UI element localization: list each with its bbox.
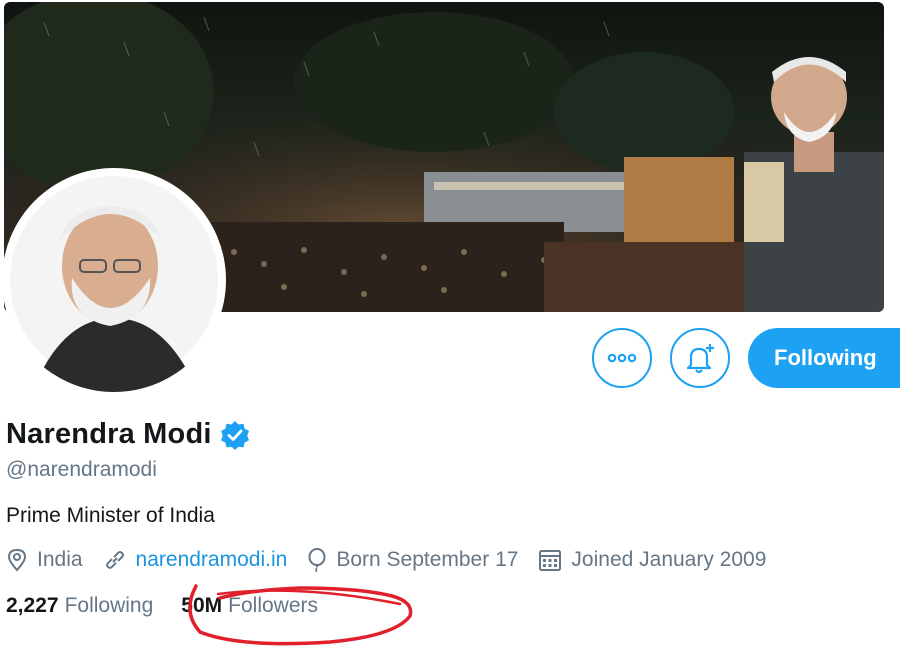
website-link[interactable]: narendramodi.in xyxy=(136,548,288,572)
location-pin-icon xyxy=(7,548,27,572)
more-dots-icon xyxy=(607,353,637,363)
joined-item: Joined January 2009 xyxy=(538,548,766,572)
profile-name-row: Narendra Modi xyxy=(6,418,250,451)
location-text: India xyxy=(37,548,83,571)
location-item: India xyxy=(6,548,83,572)
profile-name: Narendra Modi xyxy=(6,418,212,450)
profile-stats: 2,227 Following 50M Followers xyxy=(6,594,346,618)
link-icon xyxy=(105,551,124,569)
profile-meta: India narendramodi.in Born September 17 … xyxy=(6,548,786,572)
notifications-button[interactable] xyxy=(670,328,730,388)
website-item[interactable]: narendramodi.in xyxy=(103,548,288,572)
more-options-button[interactable] xyxy=(592,328,652,388)
following-button[interactable]: Following xyxy=(748,328,900,388)
birthday-text: Born September 17 xyxy=(336,548,519,571)
following-count: 2,227 xyxy=(6,594,59,617)
followers-count: 50M xyxy=(181,594,223,617)
verified-badge-icon xyxy=(220,420,249,450)
birthday-item: Born September 17 xyxy=(307,548,518,572)
calendar-icon xyxy=(539,550,562,571)
following-stat[interactable]: 2,227 Following xyxy=(6,594,153,618)
profile-handle: @narendramodi xyxy=(6,458,157,481)
followers-label: Followers xyxy=(228,594,318,617)
joined-text: Joined January 2009 xyxy=(571,548,767,571)
balloon-icon xyxy=(308,548,326,572)
profile-avatar[interactable] xyxy=(2,168,226,392)
followers-stat[interactable]: 50M Followers xyxy=(181,594,318,618)
profile-bio: Prime Minister of India xyxy=(6,504,215,527)
following-label: Following xyxy=(64,594,154,617)
bell-plus-icon xyxy=(686,344,714,374)
